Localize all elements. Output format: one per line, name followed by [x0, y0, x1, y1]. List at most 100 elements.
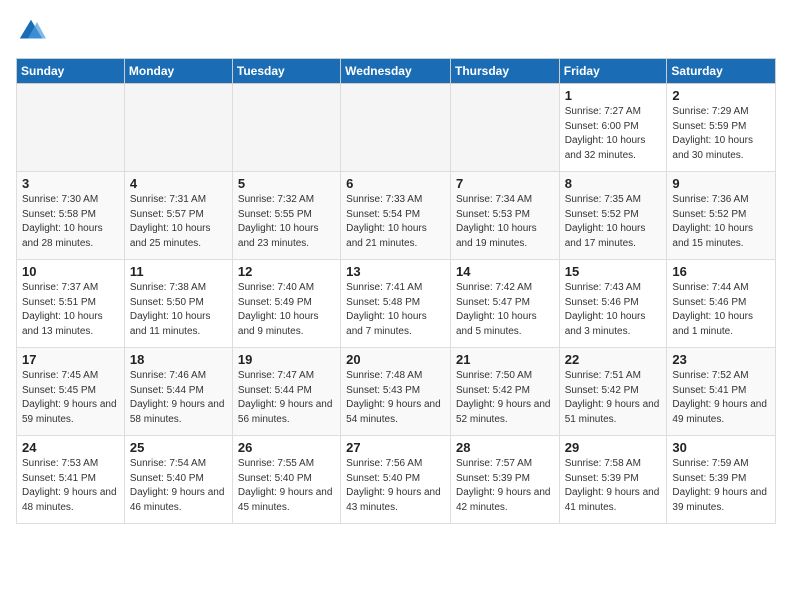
day-number: 5 — [238, 176, 335, 191]
calendar-cell: 7 Sunrise: 7:34 AMSunset: 5:53 PMDaylight… — [450, 172, 559, 260]
day-number: 21 — [456, 352, 554, 367]
calendar-cell: 5 Sunrise: 7:32 AMSunset: 5:55 PMDaylight… — [232, 172, 340, 260]
calendar-cell: 6Sunrise: 7:33 AMSunset: 5:54 PMDaylight… — [341, 172, 451, 260]
day-info: Sunrise: 7:54 AMSunset: 5:40 PMDaylight:… — [130, 457, 227, 515]
day-header-saturday: Saturday — [667, 59, 776, 84]
calendar-cell: 12 Sunrise: 7:40 AMSunset: 5:49 PMDayligh… — [232, 260, 340, 348]
day-number: 12 — [238, 264, 335, 279]
calendar-table: SundayMondayTuesdayWednesdayThursdayFrid… — [16, 58, 776, 524]
day-number: 27 — [346, 440, 445, 455]
day-number: 24 — [22, 440, 119, 455]
day-number: 15 — [565, 264, 662, 279]
day-info: Sunrise: 7:35 AMSunset: 5:52 PMDaylight:… — [565, 193, 662, 251]
calendar-cell: 11 Sunrise: 7:38 AMSunset: 5:50 PMDayligh… — [124, 260, 232, 348]
day-number: 14 — [456, 264, 554, 279]
calendar-cell: 4 Sunrise: 7:31 AMSunset: 5:57 PMDaylight… — [124, 172, 232, 260]
calendar-cell: 18 Sunrise: 7:46 AMSunset: 5:44 PMDayligh… — [124, 348, 232, 436]
calendar-week-2: 3Sunrise: 7:30 AMSunset: 5:58 PMDaylight… — [17, 172, 776, 260]
day-header-tuesday: Tuesday — [232, 59, 340, 84]
day-info: Sunrise: 7:59 AMSunset: 5:39 PMDaylight:… — [672, 457, 770, 515]
day-info: Sunrise: 7:53 AMSunset: 5:41 PMDaylight:… — [22, 457, 119, 515]
page-header — [16, 16, 776, 46]
calendar-cell: 27 Sunrise: 7:56 AMSunset: 5:40 PMDayligh… — [341, 436, 451, 524]
day-header-wednesday: Wednesday — [341, 59, 451, 84]
day-info: Sunrise: 7:47 AMSunset: 5:44 PMDaylight:… — [238, 369, 335, 427]
day-info: Sunrise: 7:36 AMSunset: 5:52 PMDaylight:… — [672, 193, 770, 251]
calendar-cell: 10 Sunrise: 7:37 AMSunset: 5:51 PMDayligh… — [17, 260, 125, 348]
day-info: Sunrise: 7:34 AMSunset: 5:53 PMDaylight:… — [456, 193, 554, 251]
day-number: 9 — [672, 176, 770, 191]
calendar-cell: 14 Sunrise: 7:42 AMSunset: 5:47 PMDayligh… — [450, 260, 559, 348]
day-info: Sunrise: 7:58 AMSunset: 5:39 PMDaylight:… — [565, 457, 662, 515]
calendar-cell — [17, 84, 125, 172]
day-info: Sunrise: 7:50 AMSunset: 5:42 PMDaylight:… — [456, 369, 554, 427]
day-info: Sunrise: 7:44 AMSunset: 5:46 PMDaylight:… — [672, 281, 770, 339]
calendar-cell: 9 Sunrise: 7:36 AMSunset: 5:52 PMDaylight… — [667, 172, 776, 260]
day-number: 13 — [346, 264, 445, 279]
day-info: Sunrise: 7:42 AMSunset: 5:47 PMDaylight:… — [456, 281, 554, 339]
day-number: 17 — [22, 352, 119, 367]
day-info: Sunrise: 7:41 AMSunset: 5:48 PMDaylight:… — [346, 281, 445, 339]
day-info: Sunrise: 7:51 AMSunset: 5:42 PMDaylight:… — [565, 369, 662, 427]
calendar-cell: 25 Sunrise: 7:54 AMSunset: 5:40 PMDayligh… — [124, 436, 232, 524]
calendar-cell: 2 Sunrise: 7:29 AMSunset: 5:59 PMDaylight… — [667, 84, 776, 172]
day-number: 4 — [130, 176, 227, 191]
calendar-header-row: SundayMondayTuesdayWednesdayThursdayFrid… — [17, 59, 776, 84]
day-info: Sunrise: 7:57 AMSunset: 5:39 PMDaylight:… — [456, 457, 554, 515]
day-number: 18 — [130, 352, 227, 367]
calendar-cell — [450, 84, 559, 172]
calendar-cell — [341, 84, 451, 172]
day-info: Sunrise: 7:31 AMSunset: 5:57 PMDaylight:… — [130, 193, 227, 251]
calendar-cell: 24 Sunrise: 7:53 AMSunset: 5:41 PMDayligh… — [17, 436, 125, 524]
calendar-cell: 22 Sunrise: 7:51 AMSunset: 5:42 PMDayligh… — [559, 348, 667, 436]
calendar-cell: 16 Sunrise: 7:44 AMSunset: 5:46 PMDayligh… — [667, 260, 776, 348]
day-info: Sunrise: 7:48 AMSunset: 5:43 PMDaylight:… — [346, 369, 445, 427]
day-number: 20 — [346, 352, 445, 367]
calendar-cell: 30 Sunrise: 7:59 AMSunset: 5:39 PMDayligh… — [667, 436, 776, 524]
calendar-cell: 29 Sunrise: 7:58 AMSunset: 5:39 PMDayligh… — [559, 436, 667, 524]
day-header-friday: Friday — [559, 59, 667, 84]
day-info: Sunrise: 7:46 AMSunset: 5:44 PMDaylight:… — [130, 369, 227, 427]
day-number: 7 — [456, 176, 554, 191]
logo-icon — [16, 16, 46, 46]
day-number: 11 — [130, 264, 227, 279]
calendar-cell: 19 Sunrise: 7:47 AMSunset: 5:44 PMDayligh… — [232, 348, 340, 436]
day-info: Sunrise: 7:55 AMSunset: 5:40 PMDaylight:… — [238, 457, 335, 515]
day-info: Sunrise: 7:38 AMSunset: 5:50 PMDaylight:… — [130, 281, 227, 339]
calendar-cell: 23Sunrise: 7:52 AMSunset: 5:41 PMDayligh… — [667, 348, 776, 436]
day-number: 1 — [565, 88, 662, 103]
calendar-cell: 1Sunrise: 7:27 AMSunset: 6:00 PMDaylight… — [559, 84, 667, 172]
day-info: Sunrise: 7:56 AMSunset: 5:40 PMDaylight:… — [346, 457, 445, 515]
calendar-week-4: 17Sunrise: 7:45 AMSunset: 5:45 PMDayligh… — [17, 348, 776, 436]
calendar-cell: 13 Sunrise: 7:41 AMSunset: 5:48 PMDayligh… — [341, 260, 451, 348]
calendar-cell: 15 Sunrise: 7:43 AMSunset: 5:46 PMDayligh… — [559, 260, 667, 348]
day-number: 30 — [672, 440, 770, 455]
day-number: 10 — [22, 264, 119, 279]
calendar-week-5: 24 Sunrise: 7:53 AMSunset: 5:41 PMDayligh… — [17, 436, 776, 524]
calendar-cell: 26 Sunrise: 7:55 AMSunset: 5:40 PMDayligh… — [232, 436, 340, 524]
day-number: 23 — [672, 352, 770, 367]
day-info: Sunrise: 7:37 AMSunset: 5:51 PMDaylight:… — [22, 281, 119, 339]
day-header-monday: Monday — [124, 59, 232, 84]
day-number: 26 — [238, 440, 335, 455]
day-header-thursday: Thursday — [450, 59, 559, 84]
calendar-week-3: 10 Sunrise: 7:37 AMSunset: 5:51 PMDayligh… — [17, 260, 776, 348]
day-number: 22 — [565, 352, 662, 367]
calendar-cell — [232, 84, 340, 172]
day-info: Sunrise: 7:43 AMSunset: 5:46 PMDaylight:… — [565, 281, 662, 339]
day-info: Sunrise: 7:32 AMSunset: 5:55 PMDaylight:… — [238, 193, 335, 251]
day-number: 16 — [672, 264, 770, 279]
calendar-cell: 17Sunrise: 7:45 AMSunset: 5:45 PMDayligh… — [17, 348, 125, 436]
calendar-week-1: 1Sunrise: 7:27 AMSunset: 6:00 PMDaylight… — [17, 84, 776, 172]
logo — [16, 16, 50, 46]
day-number: 6 — [346, 176, 445, 191]
day-number: 19 — [238, 352, 335, 367]
day-info: Sunrise: 7:40 AMSunset: 5:49 PMDaylight:… — [238, 281, 335, 339]
day-info: Sunrise: 7:29 AMSunset: 5:59 PMDaylight:… — [672, 105, 770, 163]
day-number: 2 — [672, 88, 770, 103]
day-header-sunday: Sunday — [17, 59, 125, 84]
calendar-cell: 8Sunrise: 7:35 AMSunset: 5:52 PMDaylight… — [559, 172, 667, 260]
day-info: Sunrise: 7:30 AMSunset: 5:58 PMDaylight:… — [22, 193, 119, 251]
day-number: 25 — [130, 440, 227, 455]
day-number: 29 — [565, 440, 662, 455]
